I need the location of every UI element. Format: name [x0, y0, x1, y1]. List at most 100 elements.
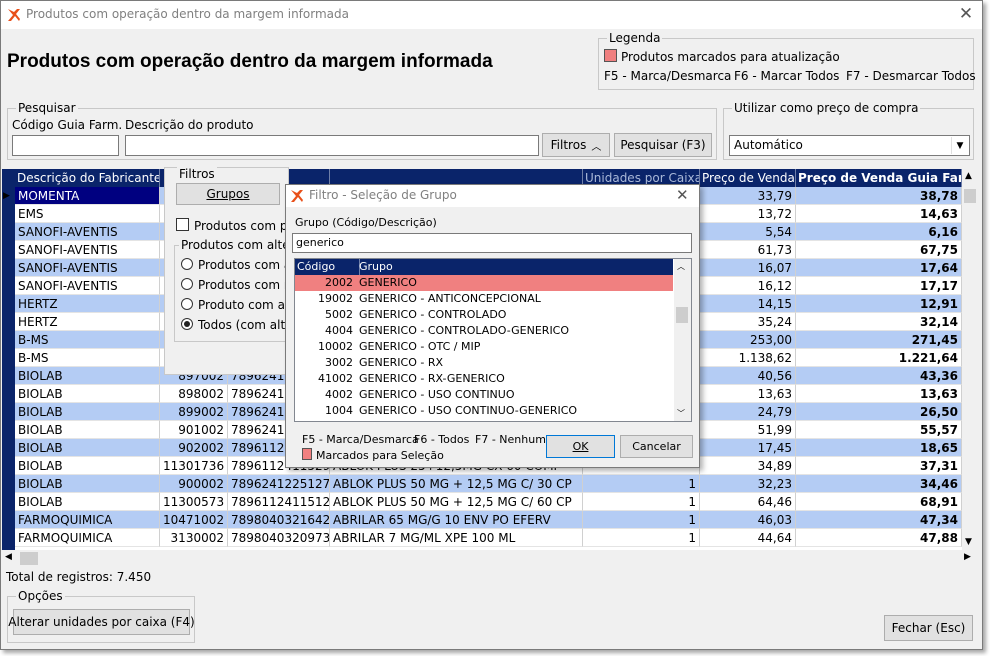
- filters-toggle-button[interactable]: Filtros ︿: [542, 133, 610, 157]
- cell-pvg: 271,45: [796, 331, 962, 349]
- table-row[interactable]: BIOLAB 900002 7896241225127 ABLOK PLUS 50 M…: [2, 475, 978, 493]
- group-selection-dialog: Filtro - Seleção de Grupo ✕ Grupo (Códig…: [285, 184, 700, 468]
- vertical-scroll-thumb[interactable]: [964, 189, 976, 203]
- col-group-name[interactable]: Grupo: [357, 259, 669, 275]
- horizontal-scrollbar[interactable]: ◀ ▶: [2, 550, 978, 567]
- ok-button[interactable]: OK: [546, 435, 615, 458]
- cell-code: 900002: [160, 475, 228, 493]
- close-button[interactable]: Fechar (Esc): [884, 615, 973, 641]
- cell-desc: ABLOK PLUS 50 MG + 12,5 MG C/ 30 CP: [330, 475, 583, 493]
- group-list-item[interactable]: 2002 GENERICO: [295, 275, 673, 291]
- group-list-scroll-thumb[interactable]: [676, 307, 688, 323]
- chevron-down-icon[interactable]: ﹀: [677, 408, 685, 419]
- options-group: Opções Alterar unidades por caixa (F4): [7, 589, 195, 643]
- cell-pv: 16,12: [700, 277, 796, 295]
- cell-fab: SANOFI-AVENTIS: [15, 277, 160, 295]
- cell-pvg: 17,17: [796, 277, 962, 295]
- dialog-close-icon[interactable]: ✕: [676, 186, 689, 204]
- dropdown-arrow-icon[interactable]: ▼: [951, 137, 968, 154]
- scroll-left-icon[interactable]: ◀: [5, 552, 12, 562]
- checkbox-icon[interactable]: [176, 218, 189, 231]
- table-row[interactable]: FARMOQUIMICA 10471002 7898040321642 ABRILAR…: [2, 511, 978, 529]
- table-row[interactable]: FARMOQUIMICA 3130002 7898040320973 ABRILAR …: [2, 529, 978, 547]
- cell-pvg: 47,88: [796, 529, 962, 547]
- close-window-icon[interactable]: ✕: [954, 3, 978, 25]
- code-label: Código Guia Farm.: [12, 118, 123, 132]
- group-list-scrollbar[interactable]: ︿ ﹀: [674, 259, 691, 421]
- groups-button[interactable]: Grupos: [176, 183, 280, 205]
- radio-option-1[interactable]: Produtos com a: [181, 258, 291, 272]
- cell-pv: 13,63: [700, 385, 796, 403]
- cell-pv: 46,03: [700, 511, 796, 529]
- radio-option-3[interactable]: Produto com au: [181, 298, 293, 312]
- cell-pvg: 67,75: [796, 241, 962, 259]
- group-name: GENERICO - CONTROLADO: [359, 308, 507, 321]
- group-list-item[interactable]: 5002 GENERICO - CONTROLADO: [295, 307, 673, 323]
- cell-pvg: 26,50: [796, 403, 962, 421]
- cell-pvg: 43,36: [796, 367, 962, 385]
- price-source-select[interactable]: Automático ▼: [729, 135, 970, 156]
- col-fabricante[interactable]: Descrição do Fabricante: [15, 169, 160, 187]
- products-checkbox[interactable]: Produtos com pr: [176, 218, 292, 233]
- cell-code: 899002: [160, 403, 228, 421]
- cell-ean: 7896112411512: [228, 493, 330, 511]
- cell-pvg: 6,16: [796, 223, 962, 241]
- group-list-item[interactable]: 3002 GENERICO - RX: [295, 355, 673, 371]
- cell-pv: 5,54: [700, 223, 796, 241]
- row-indicator-column: [2, 187, 15, 550]
- cell-pv: 44,64: [700, 529, 796, 547]
- cell-code: 11301736: [160, 457, 228, 475]
- cell-code: 898002: [160, 385, 228, 403]
- cancel-button[interactable]: Cancelar: [620, 435, 693, 458]
- radio-option-2[interactable]: Produtos com r: [181, 278, 289, 292]
- scroll-right-icon[interactable]: ▶: [964, 552, 971, 562]
- group-code: 19002: [318, 292, 353, 305]
- change-units-button[interactable]: Alterar unidades por caixa (F4): [8, 609, 195, 635]
- cell-units: 1: [583, 493, 700, 511]
- search-button[interactable]: Pesquisar (F3): [614, 133, 712, 157]
- group-search-input[interactable]: generico: [292, 233, 692, 253]
- dialog-title-bar: Filtro - Seleção de Grupo ✕: [286, 185, 699, 207]
- cell-pvg: 55,57: [796, 421, 962, 439]
- group-list-item[interactable]: 10002 GENERICO - OTC / MIP: [295, 339, 673, 355]
- dialog-title: Filtro - Seleção de Grupo: [309, 188, 457, 202]
- table-row[interactable]: BIOLAB 11300573 7896112411512 ABLOK PLUS 50…: [2, 493, 978, 511]
- cell-fab: MOMENTA: [15, 187, 160, 205]
- page-title: Produtos com operação dentro da margem i…: [7, 51, 493, 72]
- horizontal-scroll-thumb[interactable]: [20, 552, 38, 565]
- hint-f5: F5 - Marca/Desmarca: [302, 433, 419, 446]
- col-guia-price[interactable]: Preço de Venda Guia Farm.: [796, 169, 962, 187]
- cell-pv: 51,99: [700, 421, 796, 439]
- group-name: GENERICO: [359, 276, 417, 289]
- scroll-down-icon[interactable]: ▼: [965, 537, 972, 547]
- cell-pv: 40,56: [700, 367, 796, 385]
- hint-f7: F7 - Nenhum: [475, 433, 546, 446]
- cell-fab: FARMOQUIMICA: [15, 529, 160, 547]
- group-list-item[interactable]: 1004 GENERICO - USO CONTINUO-GENERICO: [295, 403, 673, 419]
- col-sale-price[interactable]: Preço de Venda: [700, 169, 796, 187]
- group-list-item[interactable]: 4004 GENERICO - CONTROLADO-GENERICO: [295, 323, 673, 339]
- cell-ean: 7898040321642: [228, 511, 330, 529]
- app-logo-icon: [291, 190, 303, 202]
- scroll-up-icon[interactable]: ▲: [965, 171, 972, 181]
- cell-fab: HERTZ: [15, 313, 160, 331]
- chevron-up-icon[interactable]: ︿: [677, 261, 685, 272]
- group-list-item[interactable]: 4002 GENERICO - USO CONTINUO: [295, 387, 673, 403]
- cell-pvg: 32,14: [796, 313, 962, 331]
- group-list-item[interactable]: 19002 GENERICO - ANTICONCEPCIONAL: [295, 291, 673, 307]
- vertical-scrollbar[interactable]: ▲ ▼: [962, 169, 978, 550]
- col-group-code[interactable]: Código: [295, 259, 360, 275]
- description-label: Descrição do produto: [125, 118, 254, 132]
- description-input[interactable]: [125, 135, 539, 156]
- cell-pv: 253,00: [700, 331, 796, 349]
- cell-pvg: 47,34: [796, 511, 962, 529]
- radio-option-4[interactable]: Todos (com alte: [181, 318, 293, 332]
- code-input[interactable]: [12, 135, 119, 156]
- group-list-item[interactable]: 41002 GENERICO - RX-GENERICO: [295, 371, 673, 387]
- group-code: 5002: [325, 308, 353, 321]
- group-field-label: Grupo (Código/Descrição): [295, 216, 437, 229]
- cell-fab: BIOLAB: [15, 457, 160, 475]
- cell-pvg: 38,78: [796, 187, 962, 205]
- cell-pv: 61,73: [700, 241, 796, 259]
- cell-fab: B-MS: [15, 349, 160, 367]
